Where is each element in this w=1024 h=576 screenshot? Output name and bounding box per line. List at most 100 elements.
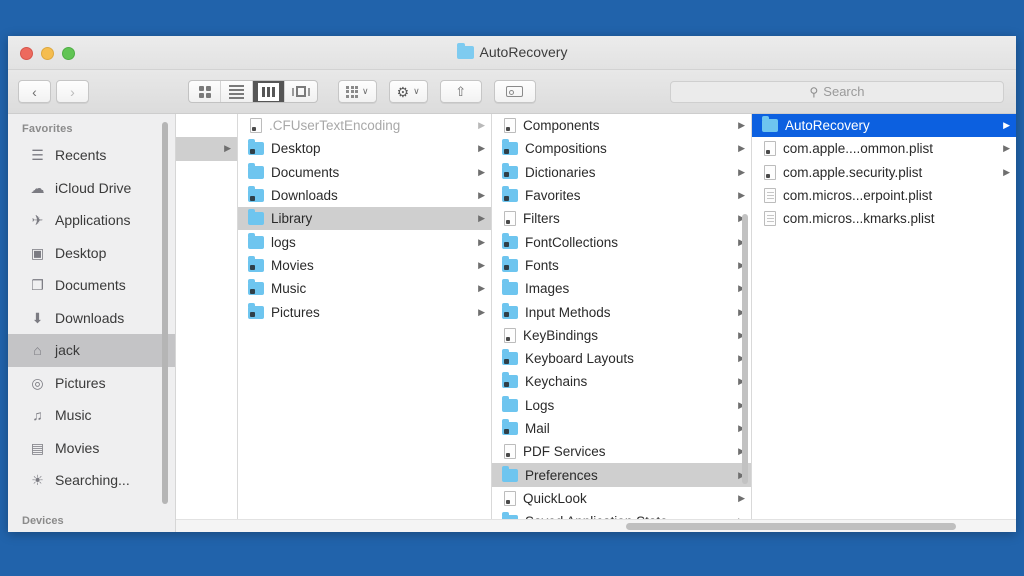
grid-icon: [198, 85, 211, 98]
list-item[interactable]: QuickLook ▶: [492, 487, 751, 510]
chevron-right-icon: ▶: [1003, 166, 1010, 177]
sidebar-item-icon: ☀: [31, 472, 44, 489]
list-item[interactable]: Preferences▶: [492, 463, 751, 487]
sidebar-item-recents[interactable]: ☰ Recents: [8, 139, 175, 172]
list-item[interactable]: logs ▶: [238, 230, 491, 253]
list-item[interactable]: Music ▶: [238, 277, 491, 300]
folder-icon: [248, 302, 264, 319]
sidebar-item-icloud-drive[interactable]: ☁ iCloud Drive: [8, 172, 175, 205]
list-item[interactable]: Logs▶: [492, 394, 751, 417]
list-item[interactable]: .CFUserTextEncoding ▶: [238, 114, 491, 137]
search-field[interactable]: ⚲ Search: [670, 80, 1004, 103]
icon-view-button[interactable]: [189, 81, 221, 102]
list-item-label: Compositions: [525, 141, 607, 157]
column-library[interactable]: Components ▶ Compositions ▶ Dictionaries ▶ Fav…: [492, 114, 752, 532]
list-item[interactable]: KeyBindings▶: [492, 324, 751, 347]
list-item[interactable]: com.apple....ommon.plist ▶: [752, 137, 1016, 160]
sidebar-item-documents[interactable]: ❐ Documents: [8, 269, 175, 302]
action-button[interactable]: ⚙ ∨: [388, 80, 428, 103]
list-item[interactable]: Movies ▶: [238, 254, 491, 277]
document-icon: [504, 327, 516, 343]
list-item-label: Components: [523, 118, 600, 134]
sidebar-item-label: Searching...: [55, 472, 130, 489]
toolbar-actions: ∨ ⚙ ∨ ⇧: [338, 80, 536, 103]
sidebar-item-movies[interactable]: ▤ Movies: [8, 432, 175, 465]
gallery-icon: [292, 86, 310, 97]
document-icon: [250, 118, 262, 134]
chevron-right-icon: ▶: [478, 259, 485, 270]
column-jack[interactable]: .CFUserTextEncoding ▶ Desktop ▶ Documents ▶ Do…: [238, 114, 492, 532]
back-button[interactable]: ‹: [18, 80, 51, 103]
chevron-right-icon: ▶: [478, 143, 485, 154]
folder-icon: [502, 255, 518, 272]
list-item-label: com.micros...kmarks.plist: [783, 211, 935, 227]
sidebar-item-pictures[interactable]: ◎ Pictures: [8, 367, 175, 400]
chevron-right-icon: ▶: [738, 190, 745, 201]
arrange-button[interactable]: ∨: [338, 80, 377, 103]
sidebar-item-label: Pictures: [55, 374, 106, 391]
list-item[interactable]: Favorites ▶: [492, 184, 751, 207]
tags-button[interactable]: [493, 80, 536, 103]
list-item[interactable]: FontCollections▶: [492, 230, 751, 253]
column-home-partial[interactable]: ▶ ‖: [176, 114, 238, 532]
chevron-left-icon: ‹: [32, 83, 37, 100]
list-item[interactable]: Library ▶: [238, 207, 491, 231]
list-item[interactable]: Pictures ▶: [238, 300, 491, 323]
list-item[interactable]: Downloads ▶: [238, 184, 491, 207]
chevron-right-icon: ▶: [478, 120, 485, 131]
folder-icon: [502, 465, 518, 482]
list-item[interactable]: com.micros...erpoint.plist: [752, 184, 1016, 207]
document-icon: [504, 211, 516, 227]
folder-icon: [248, 255, 264, 272]
sidebar-item-downloads[interactable]: ⬇ Downloads: [8, 302, 175, 335]
sidebar-item-applications[interactable]: ✈ Applications: [8, 204, 175, 237]
document-icon: [764, 164, 776, 180]
chevron-right-icon: ▶: [224, 143, 231, 154]
list-item-blank[interactable]: [176, 114, 237, 137]
horizontal-scrollbar[interactable]: [176, 519, 1016, 532]
folder-icon: [762, 116, 778, 133]
list-view-button[interactable]: [221, 81, 253, 102]
list-item[interactable]: PDF Services▶: [492, 440, 751, 463]
list-item-label: com.micros...erpoint.plist: [783, 188, 933, 204]
list-item[interactable]: com.apple.security.plist ▶: [752, 161, 1016, 184]
sidebar-scrollbar[interactable]: [162, 122, 168, 504]
list-item-label: Music: [271, 281, 307, 297]
list-item-blank[interactable]: ▶: [176, 137, 237, 161]
list-item[interactable]: Keychains▶: [492, 370, 751, 393]
share-button[interactable]: ⇧: [439, 80, 482, 103]
folder-icon: [502, 349, 518, 366]
sidebar-item-label: Movies: [55, 439, 100, 456]
folder-icon: [502, 279, 518, 296]
list-item[interactable]: Dictionaries ▶: [492, 161, 751, 184]
sidebar-item-desktop[interactable]: ▣ Desktop: [8, 237, 175, 270]
list-item[interactable]: Desktop ▶: [238, 137, 491, 160]
list-item[interactable]: Documents ▶: [238, 161, 491, 184]
horizontal-scrollbar-thumb[interactable]: [626, 523, 956, 530]
folder-icon: [502, 162, 518, 179]
columns-icon: [258, 82, 279, 101]
window-titlebar[interactable]: AutoRecovery: [8, 36, 1016, 70]
folder-icon: [248, 232, 264, 249]
column-preferences[interactable]: AutoRecovery ▶ com.apple....ommon.plist ▶ co…: [752, 114, 1016, 532]
column-scrollbar[interactable]: [742, 214, 748, 484]
list-item-label: PDF Services: [523, 444, 606, 460]
list-item[interactable]: com.micros...kmarks.plist: [752, 207, 1016, 230]
list-item-label: Filters: [523, 211, 560, 227]
list-item[interactable]: Input Methods▶: [492, 300, 751, 323]
list-item[interactable]: Images▶: [492, 277, 751, 300]
column-view-button[interactable]: [253, 81, 285, 102]
list-item[interactable]: Keyboard Layouts▶: [492, 347, 751, 370]
list-item[interactable]: Compositions ▶: [492, 137, 751, 160]
forward-button[interactable]: ›: [56, 80, 89, 103]
sidebar-item-jack[interactable]: ⌂ jack: [8, 334, 175, 367]
sidebar-item-music[interactable]: ♫ Music: [8, 399, 175, 432]
list-item[interactable]: Mail▶: [492, 417, 751, 440]
sidebar-item-searching[interactable]: ☀ Searching...: [8, 464, 175, 497]
list-item[interactable]: AutoRecovery ▶: [752, 114, 1016, 138]
list-item[interactable]: Components ▶: [492, 114, 751, 137]
list-item[interactable]: Fonts▶: [492, 254, 751, 277]
list-item[interactable]: Filters▶: [492, 207, 751, 230]
view-mode-segmented-control: [188, 80, 318, 103]
gallery-view-button[interactable]: [285, 81, 317, 102]
